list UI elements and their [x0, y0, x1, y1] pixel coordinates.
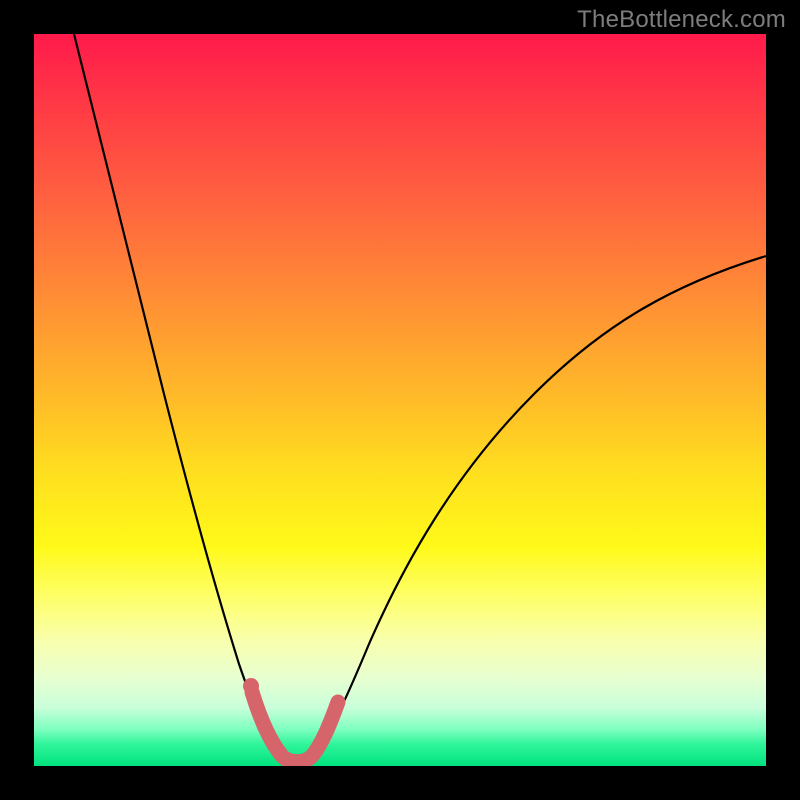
highlight-start-dot	[243, 678, 259, 694]
curve-right-branch	[312, 256, 766, 756]
chart-frame: TheBottleneck.com	[0, 0, 800, 800]
bottleneck-curve	[34, 34, 766, 766]
highlight-segment	[252, 692, 338, 762]
plot-area	[34, 34, 766, 766]
curve-left-branch	[74, 34, 282, 756]
watermark-text: TheBottleneck.com	[577, 6, 786, 34]
